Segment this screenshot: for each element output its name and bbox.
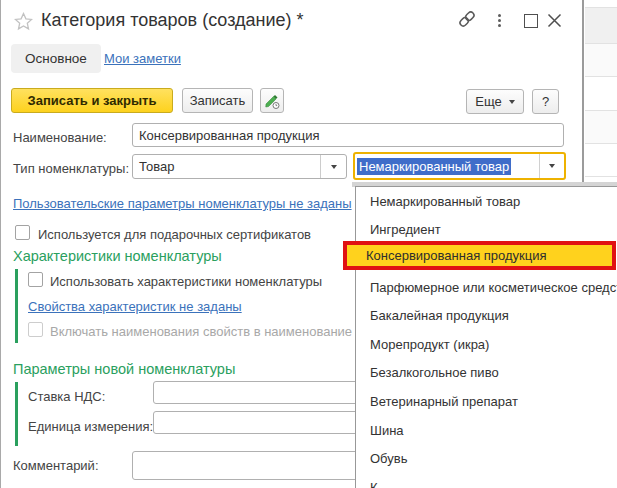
more-button-label: Еще <box>475 94 501 109</box>
characteristic-props-link[interactable]: Свойства характеристик не заданы <box>28 299 242 314</box>
group-bar <box>15 382 18 446</box>
help-button[interactable]: ? <box>532 89 559 114</box>
new-item-params-header: Параметры новой номенклатуры <box>13 361 235 377</box>
marking-type-value: Немаркированный товар <box>357 158 511 175</box>
dropdown-item[interactable]: Безалкогольное пиво <box>356 359 617 388</box>
edit-history-button[interactable] <box>260 88 284 113</box>
dropdown-list: Немаркированный товарИнгредиент Консервир… <box>355 186 617 488</box>
dropdown-item[interactable]: Шина <box>356 416 617 445</box>
gift-cert-label: Используется для подарочных сертификатов <box>38 227 311 242</box>
type-label: Тип номенклатуры: <box>13 161 129 176</box>
dropdown-item[interactable]: Парфюмерное или косметическое средство <box>356 273 617 302</box>
marking-combo-arrow[interactable] <box>539 154 564 178</box>
close-icon[interactable] <box>547 13 562 28</box>
dropdown-item[interactable]: Ингредиент <box>356 216 617 245</box>
use-characteristics-checkbox[interactable] <box>28 272 43 287</box>
dropdown-item[interactable]: Бакалейная продукция <box>356 301 617 330</box>
dropdown-item[interactable]: Морепродукт (икра) <box>356 330 617 359</box>
include-names-checkbox[interactable] <box>28 322 43 337</box>
gift-cert-checkbox[interactable] <box>15 225 30 240</box>
comment-label: Комментарий: <box>13 458 99 473</box>
use-characteristics-label: Использовать характеристики номенклатуры <box>50 274 322 289</box>
type-combo-arrow[interactable] <box>320 155 346 178</box>
favorite-star-icon[interactable] <box>14 12 33 31</box>
unit-label: Единица измерения: <box>28 419 153 434</box>
tab-notes-link[interactable]: Мои заметки <box>104 51 181 66</box>
pencil-clock-icon <box>264 93 280 109</box>
annotation-highlight[interactable]: Консервированная продукция <box>343 241 616 270</box>
type-combo-value: Товар <box>139 159 174 174</box>
save-close-button[interactable]: Записать и закрыть <box>11 88 173 113</box>
dropdown-item[interactable]: К <box>356 473 617 488</box>
highlighted-item-label: Консервированная продукция <box>366 248 547 263</box>
marking-type-combo[interactable]: Немаркированный товар <box>353 152 566 180</box>
user-params-link[interactable]: Пользовательские параметры номенклатуры … <box>13 196 352 211</box>
tab-main[interactable]: Основное <box>11 44 101 73</box>
dropdown-item[interactable]: Ветеринарный препарат <box>356 387 617 416</box>
save-button[interactable]: Записать <box>182 88 253 113</box>
type-combo[interactable]: Товар <box>132 154 347 179</box>
dropdown-item[interactable]: Обувь <box>356 444 617 473</box>
group-bar <box>15 269 18 343</box>
more-button[interactable]: Еще <box>466 89 524 114</box>
include-names-label: Включать наименования свойств в наименов… <box>50 324 362 339</box>
kebab-menu-icon[interactable] <box>498 14 501 29</box>
window-title: Категория товаров (создание) * <box>41 10 304 31</box>
name-input[interactable]: Консервированная продукция <box>132 123 564 147</box>
characteristics-header: Характеристики номенклатуры <box>13 248 222 264</box>
get-link-icon[interactable] <box>457 9 477 29</box>
chevron-down-icon <box>509 100 515 104</box>
vat-label: Ставка НДС: <box>28 389 105 404</box>
maximize-icon[interactable] <box>524 14 538 28</box>
dropdown-item[interactable]: Немаркированный товар <box>356 187 617 216</box>
name-label: Наименование: <box>13 130 107 145</box>
